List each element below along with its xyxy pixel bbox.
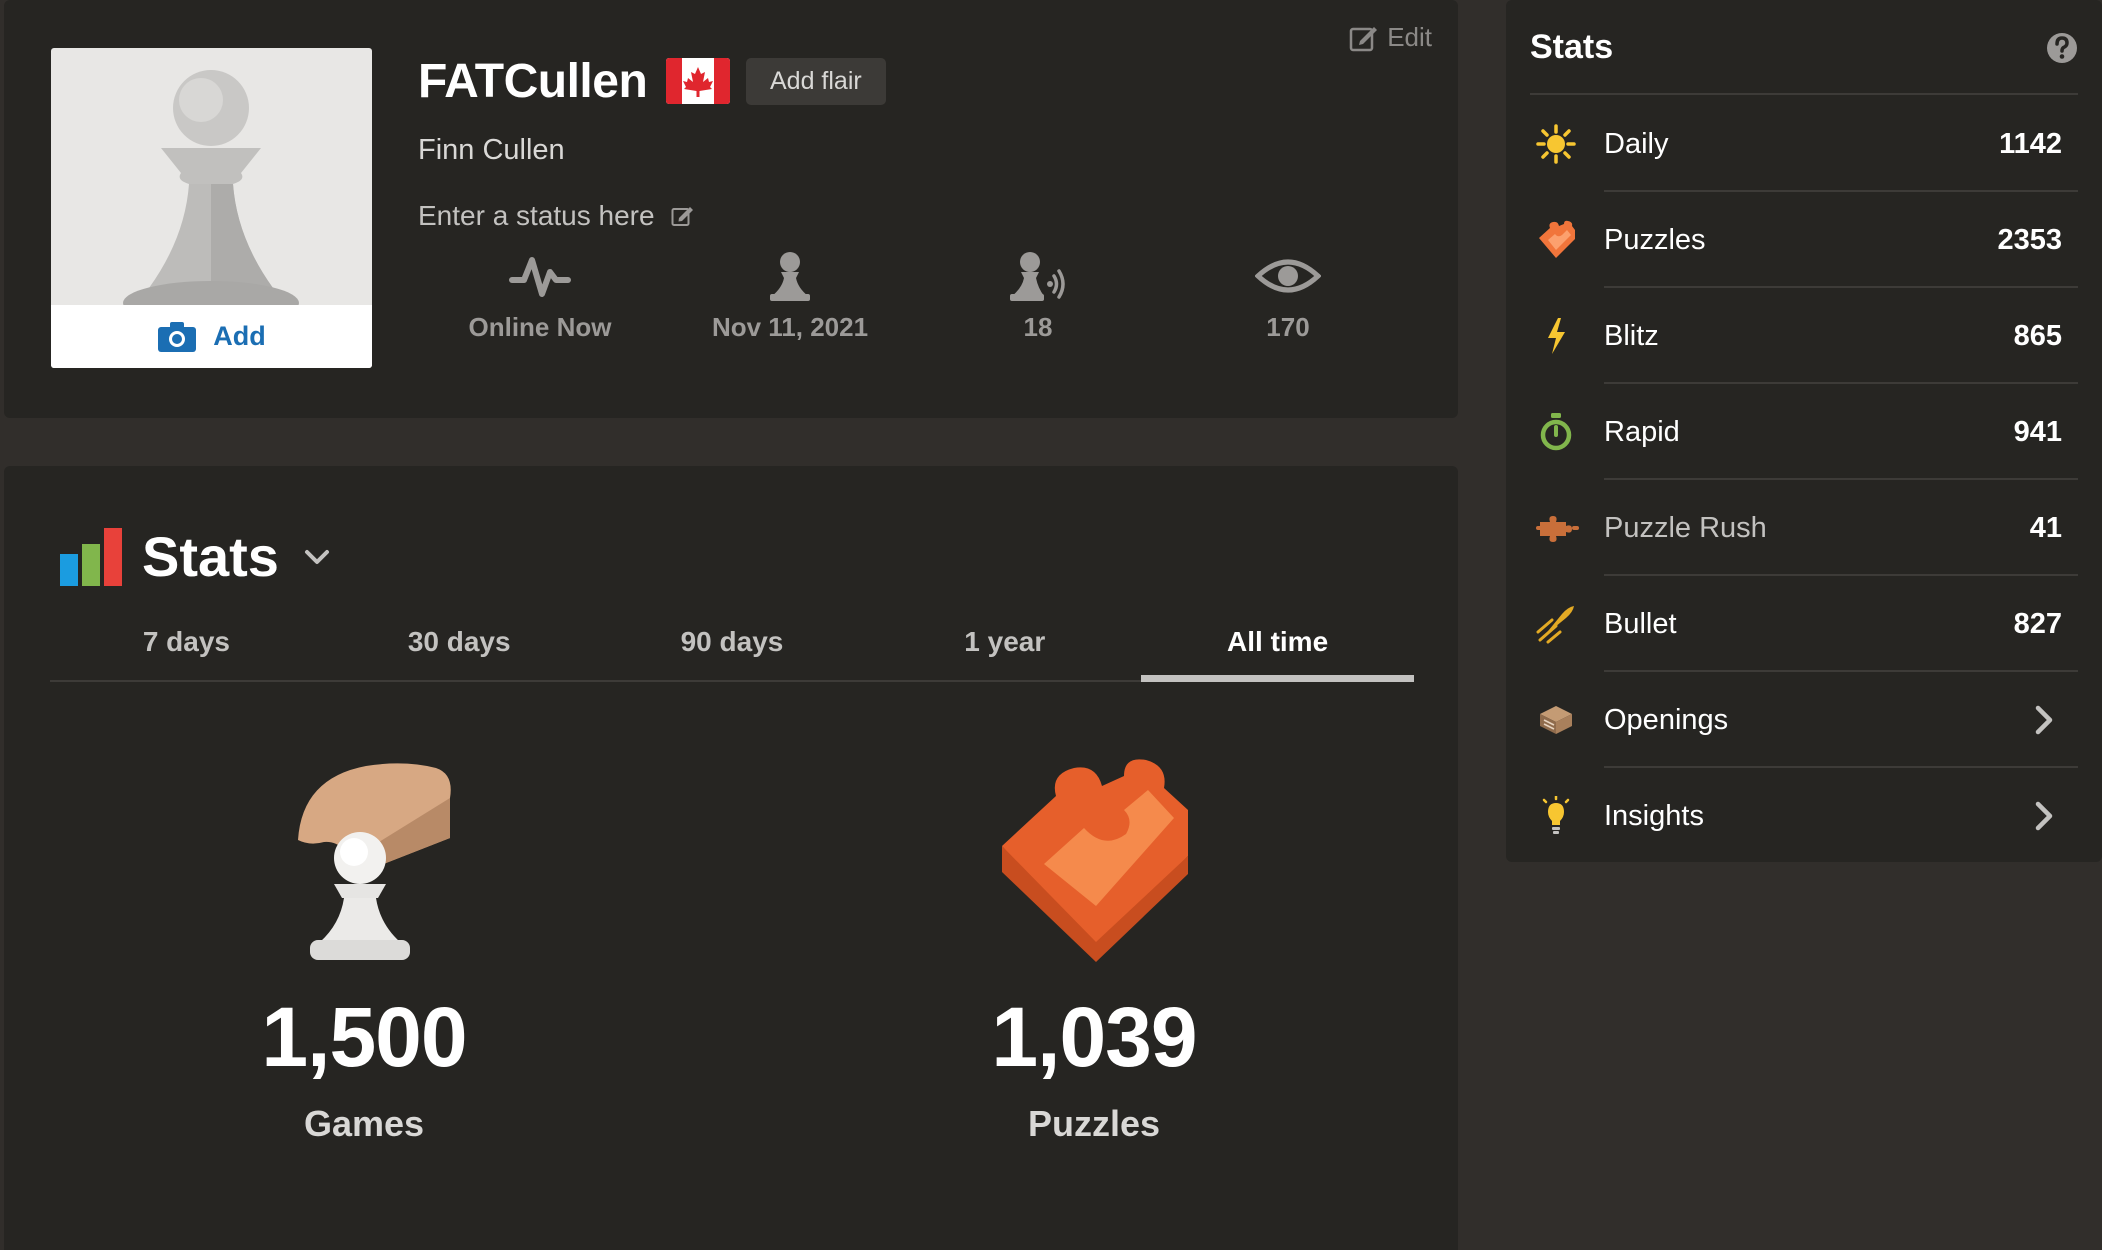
tab-90-days[interactable]: 90 days: [596, 622, 869, 680]
bullet-icon: [1536, 606, 1574, 644]
sidebar-item-value: 41: [2029, 511, 2062, 544]
sidebar-item-puzzle-rush[interactable]: Puzzle Rush 41: [1530, 480, 2078, 576]
puzzle-piece-icon: [1002, 759, 1188, 962]
time-range-tabs: 7 days 30 days 90 days 1 year All time: [50, 622, 1414, 682]
tab-30-days[interactable]: 30 days: [323, 622, 596, 680]
book-icon: [1540, 706, 1572, 734]
sidebar-item-daily[interactable]: Daily 1142: [1530, 96, 2078, 192]
profile-views-label: 170: [1266, 312, 1310, 342]
online-status-label: Online Now: [468, 312, 612, 342]
games-total-caption: Games: [303, 1103, 425, 1144]
stopwatch-icon: [1540, 413, 1572, 451]
add-photo-label: Add: [213, 321, 266, 351]
sidebar-item-label: Openings: [1604, 703, 1729, 736]
games-total[interactable]: 1,500 Games: [164, 756, 564, 1145]
sidebar-item-value: 941: [2013, 415, 2062, 448]
sidebar-item-label: Puzzles: [1604, 223, 1706, 256]
sidebar-item-label: Daily: [1604, 127, 1669, 160]
status-input[interactable]: Enter a status here: [418, 200, 695, 232]
edit-label: Edit: [1387, 22, 1432, 52]
followers-count[interactable]: 18: [938, 250, 1138, 343]
online-status: Online Now: [440, 250, 640, 343]
edit-icon: [1349, 26, 1378, 51]
activity-pulse-icon: [509, 257, 571, 297]
chevron-right-icon: [2035, 705, 2053, 735]
profile-card: Add Edit FATCullen Add flair Finn Cullen…: [4, 0, 1458, 418]
stats-section: Stats 7 days 30 days 90 days 1 year All …: [4, 466, 1458, 1250]
sidebar-item-value: 1142: [1999, 127, 2062, 160]
tab-1-year[interactable]: 1 year: [868, 622, 1141, 680]
chevron-right-icon: [2035, 801, 2053, 831]
stats-sidebar: Stats Daily 1142 Puzzles 2353 Blitz 865 …: [1506, 0, 2102, 862]
followers-count-label: 18: [1023, 312, 1053, 342]
sidebar-item-label: Puzzle Rush: [1604, 511, 1767, 544]
sidebar-item-label: Rapid: [1604, 415, 1680, 448]
puzzle-rush-icon: [1536, 516, 1579, 542]
sidebar-item-label: Blitz: [1604, 319, 1659, 352]
status-placeholder: Enter a status here: [418, 200, 655, 231]
sidebar-item-rapid[interactable]: Rapid 941: [1530, 384, 2078, 480]
sidebar-item-blitz[interactable]: Blitz 865: [1530, 288, 2078, 384]
tab-all-time[interactable]: All time: [1141, 622, 1414, 682]
pawn-person-icon: [770, 252, 810, 301]
tab-7-days[interactable]: 7 days: [50, 622, 323, 680]
puzzles-total[interactable]: 1,039 Puzzles: [894, 756, 1294, 1145]
lightning-icon: [1548, 318, 1565, 354]
sidebar-item-label: Insights: [1604, 799, 1704, 832]
sidebar-item-puzzles[interactable]: Puzzles 2353: [1530, 192, 2078, 288]
sun-icon: [1536, 124, 1576, 164]
add-photo-button[interactable]: Add: [51, 305, 372, 368]
lightbulb-icon: [1542, 796, 1570, 834]
puzzles-total-caption: Puzzles: [1027, 1103, 1161, 1144]
avatar[interactable]: Add: [51, 48, 372, 368]
stats-dropdown[interactable]: Stats: [60, 524, 331, 589]
joined-date-label: Nov 11, 2021: [711, 312, 869, 342]
sidebar-item-openings[interactable]: Openings: [1530, 672, 2078, 768]
add-flair-button[interactable]: Add flair: [746, 58, 886, 105]
real-name: Finn Cullen: [418, 134, 565, 166]
sidebar-item-insights[interactable]: Insights: [1530, 768, 2078, 864]
sidebar-divider: [1530, 93, 2078, 95]
eye-icon: [1255, 259, 1321, 293]
joined-date: Nov 11, 2021: [690, 250, 890, 343]
camera-icon: [158, 321, 197, 352]
sidebar-item-bullet[interactable]: Bullet 827: [1530, 576, 2078, 672]
canada-flag-icon[interactable]: [666, 58, 730, 104]
puzzles-total-number: 1,039: [991, 990, 1197, 1084]
stats-section-title: Stats: [142, 525, 279, 588]
followers-icon: [1010, 252, 1065, 301]
edit-profile-link[interactable]: Edit: [1349, 22, 1432, 53]
sidebar-item-value: 865: [2013, 319, 2062, 352]
sidebar-title: Stats: [1530, 28, 1614, 66]
edit-status-icon: [671, 207, 693, 226]
help-icon[interactable]: [2046, 32, 2078, 64]
hand-pawn-icon: [298, 763, 451, 960]
profile-views: 170: [1188, 250, 1388, 343]
sidebar-item-label: Bullet: [1604, 607, 1677, 640]
sidebar-item-value: 827: [2013, 607, 2062, 640]
puzzle-icon: [1539, 220, 1575, 258]
sidebar-item-value: 2353: [1997, 223, 2062, 256]
games-total-number: 1,500: [261, 990, 467, 1084]
username: FATCullen: [418, 55, 648, 108]
bar-chart-icon: [60, 527, 122, 586]
chevron-down-icon: [304, 549, 329, 564]
